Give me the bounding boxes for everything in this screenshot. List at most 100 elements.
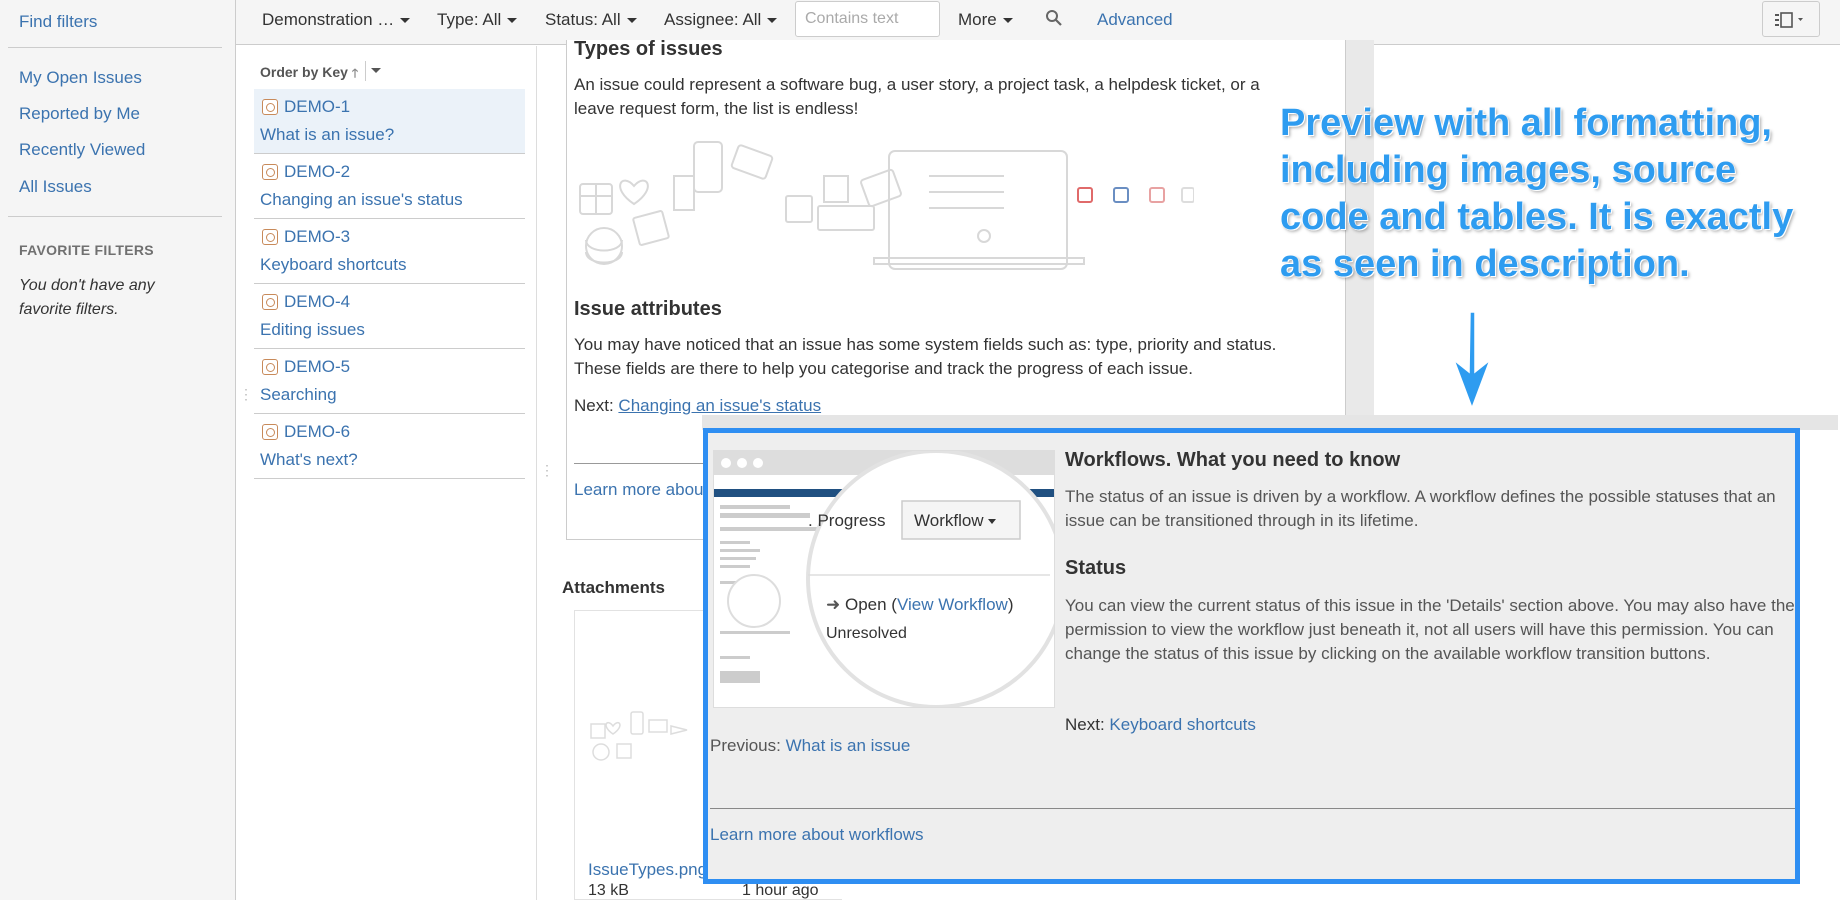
type-filter-label: Type: All (437, 10, 502, 29)
issue-summary: Searching (260, 385, 337, 404)
list-resize-handle[interactable]: ⋮ (540, 462, 554, 479)
next-issue-link[interactable]: Changing an issue's status (618, 396, 821, 415)
attachment-name[interactable]: IssueTypes.png (588, 860, 707, 880)
sidebar-divider (8, 216, 222, 217)
issue-row-demo-2[interactable]: DEMO-2 Changing an issue's status (254, 154, 525, 219)
issue-key: DEMO-5 (284, 357, 351, 376)
preview-prev-link[interactable]: What is an issue (786, 736, 911, 755)
layout-switcher-button[interactable] (1762, 1, 1820, 37)
preview-divider (710, 808, 1795, 809)
transition-icon: ➜ (826, 595, 841, 614)
order-by-sort[interactable]: Order by Key 🡑 (260, 64, 358, 85)
issue-row-demo-3[interactable]: DEMO-3 Keyboard shortcuts (254, 219, 525, 284)
issue-list: Order by Key 🡑 DEMO-1 What is an issue? … (254, 46, 525, 900)
status-filter[interactable]: Status: All (545, 10, 637, 30)
workflow-label: Workflow (914, 511, 984, 530)
sidebar-item-all-issues[interactable]: All Issues (19, 177, 92, 197)
sidebar-item-recently-viewed[interactable]: Recently Viewed (19, 140, 145, 160)
issue-key: DEMO-1 (284, 97, 351, 116)
next-prefix: Next: (574, 396, 614, 415)
preview-next-line: Next: Keyboard shortcuts (1065, 715, 1256, 735)
sidebar-resize-handle[interactable]: ⋮ (239, 386, 253, 403)
search-icon[interactable] (1045, 9, 1063, 27)
learn-more-link[interactable]: Learn more abou (574, 478, 703, 502)
filters-sidebar: Find filters My Open Issues Reported by … (0, 0, 236, 900)
issue-key: DEMO-4 (284, 292, 351, 311)
preview-status-text: You can view the current status of this … (1065, 596, 1795, 663)
chevron-down-icon[interactable] (371, 68, 381, 73)
issue-summary: Editing issues (260, 320, 365, 339)
text-search-input[interactable] (795, 1, 940, 37)
preview-prev-prefix: Previous: (710, 736, 781, 755)
preview-next-link[interactable]: Keyboard shortcuts (1109, 715, 1255, 734)
chevron-down-icon (988, 519, 997, 525)
assignee-filter[interactable]: Assignee: All (664, 10, 778, 30)
preview-thumbnail: . Progress Workflow ➜ Open (View Workflo… (713, 450, 1055, 708)
issue-row-demo-6[interactable]: DEMO-6 What's next? (254, 414, 525, 479)
attachment-thumbnail (590, 711, 688, 761)
detail-divider (574, 463, 704, 464)
issue-row-demo-1[interactable]: DEMO-1 What is an issue? (254, 89, 525, 154)
issue-summary: What is an issue? (260, 125, 395, 144)
issue-type-icon (262, 229, 278, 245)
chevron-down-icon (1002, 18, 1013, 24)
preview-next-prefix: Next: (1065, 715, 1105, 734)
preview-status-heading: Status (1065, 557, 1127, 579)
status-filter-label: Status: All (545, 10, 621, 29)
chevron-down-icon (507, 18, 518, 24)
screenshot-thumbnail (714, 451, 1054, 707)
sidebar-item-my-open-issues[interactable]: My Open Issues (19, 68, 142, 88)
sidebar-item-reported-by-me[interactable]: Reported by Me (19, 104, 140, 124)
advanced-search-link[interactable]: Advanced (1097, 10, 1173, 30)
chevron-down-icon (400, 18, 411, 24)
issue-summary: What's next? (260, 450, 358, 469)
issue-row-demo-4[interactable]: DEMO-4 Editing issues (254, 284, 525, 349)
attachment-time: 1 hour ago (742, 882, 819, 899)
workflow-button: Workflow (914, 511, 997, 531)
list-view-icon (1775, 12, 1803, 28)
chevron-down-icon (767, 18, 778, 24)
attributes-text: You may have noticed that an issue has s… (574, 335, 1277, 378)
favorite-filters-empty: You don't have any favorite filters. (19, 277, 155, 318)
list-divider (536, 46, 537, 900)
project-filter[interactable]: Demonstration … (262, 10, 411, 30)
attachment-size: 13 kB (588, 882, 629, 899)
issue-type-icon (262, 164, 278, 180)
favorite-filters-heading: FAVORITE FILTERS (19, 242, 154, 258)
learn-more-workflows-link[interactable]: Learn more about workflows (710, 825, 924, 845)
issue-key: DEMO-3 (284, 227, 351, 246)
issue-key: DEMO-2 (284, 162, 351, 181)
chevron-down-icon (626, 18, 637, 24)
issue-summary: Keyboard shortcuts (260, 255, 407, 274)
preview-prev-line: Previous: What is an issue (710, 736, 910, 756)
types-text: An issue could represent a software bug,… (574, 75, 1260, 118)
view-workflow-link: View Workflow (896, 595, 1008, 614)
preview-intro: The status of an issue is driven by a wo… (1065, 487, 1776, 530)
issue-type-icon (262, 99, 278, 115)
find-filters-link[interactable]: Find filters (19, 12, 97, 32)
order-divider (365, 61, 366, 81)
issue-type-icon (262, 294, 278, 310)
status-open-line: ➜ Open (View Workflow) (826, 595, 1014, 614)
types-heading: Types of issues (574, 38, 723, 60)
type-filter[interactable]: Type: All (437, 10, 518, 30)
sidebar-divider (8, 47, 222, 48)
more-filter-label: More (958, 10, 997, 29)
issue-summary: Changing an issue's status (260, 190, 463, 209)
attachments-heading: Attachments (562, 578, 665, 597)
resolution-label: Unresolved (826, 625, 907, 642)
issue-type-icon (262, 359, 278, 375)
issue-key: DEMO-6 (284, 422, 351, 441)
progress-button: . Progress (808, 511, 886, 530)
assignee-filter-label: Assignee: All (664, 10, 762, 29)
annotation-callout: Preview with all formatting, including i… (1280, 102, 1794, 285)
preview-title: Workflows. What you need to know (1065, 449, 1401, 471)
status-open: Open (844, 595, 887, 614)
search-toolbar: Demonstration … Type: All Status: All As… (236, 0, 1840, 45)
arrow-up-icon: 🡑 (351, 66, 359, 80)
order-by-label: Order by Key (260, 64, 348, 80)
issue-row-demo-5[interactable]: DEMO-5 Searching (254, 349, 525, 414)
project-filter-label: Demonstration … (262, 10, 395, 29)
issue-type-icon (262, 424, 278, 440)
more-filter[interactable]: More (958, 10, 1013, 30)
